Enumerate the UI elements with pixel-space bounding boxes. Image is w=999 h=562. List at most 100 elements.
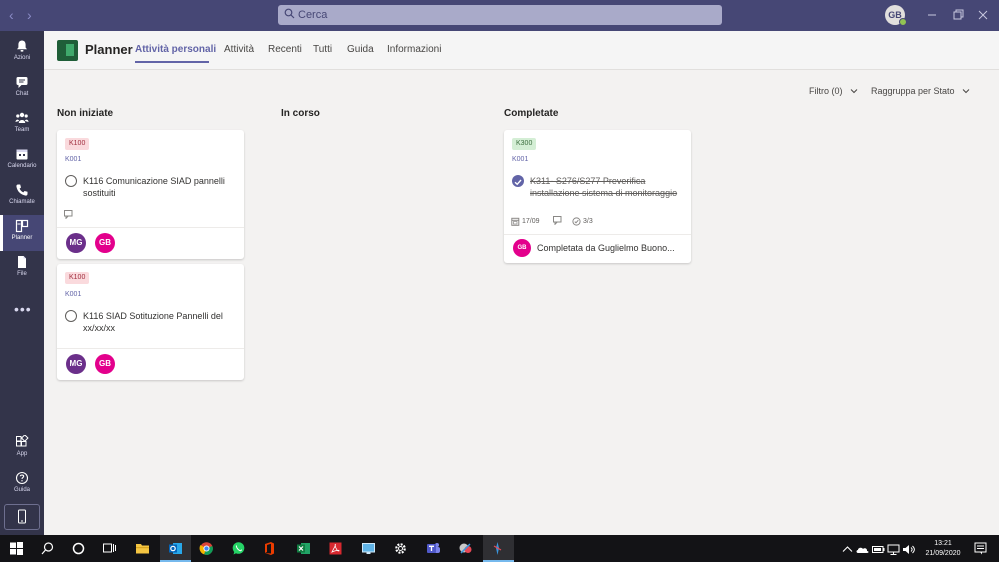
task-title: K116 Comunicazione SIAD pannelli sostitu…	[83, 176, 225, 198]
mobile-device-button[interactable]	[4, 504, 40, 530]
due-date: 17/09	[522, 218, 540, 225]
windows-start-icon[interactable]	[9, 541, 24, 556]
description-icon	[64, 210, 73, 219]
card-divider	[504, 234, 691, 235]
avatar[interactable]: MG	[66, 354, 86, 374]
teams-icon[interactable]	[426, 541, 441, 556]
file-icon	[18, 256, 26, 268]
completed-by-text: Completata da Guglielmo Buono...	[537, 243, 675, 253]
task-card[interactable]: K100 K001 K116 Comunicazione SIAD pannel…	[57, 130, 244, 259]
rail-item-team[interactable]: Team	[0, 107, 44, 143]
task-view-icon[interactable]	[102, 541, 117, 556]
chat-icon	[16, 77, 28, 88]
task-label: K100	[65, 138, 90, 150]
snipping-tool-icon[interactable]	[458, 541, 473, 556]
tab-tutti[interactable]: Tutti	[313, 44, 332, 55]
avatar[interactable]: GB	[95, 354, 115, 374]
tab-informazioni[interactable]: Informazioni	[387, 44, 441, 55]
search-icon[interactable]	[40, 541, 55, 556]
more-apps-icon[interactable]: •••	[14, 301, 32, 317]
remote-desktop-icon[interactable]	[361, 541, 376, 556]
complete-task-checkbox[interactable]	[65, 310, 77, 322]
close-icon[interactable]	[976, 8, 990, 22]
task-title: K116 SIAD Sotituzione Pannelli del xx/xx…	[83, 311, 223, 333]
avatar[interactable]: GB	[513, 239, 531, 257]
network-icon[interactable]	[886, 542, 901, 557]
rail-label: Team	[14, 127, 30, 133]
rail-label: Planner	[11, 235, 33, 241]
tab-guida[interactable]: Guida	[347, 44, 374, 55]
forward-arrow-icon[interactable]: ›	[27, 8, 32, 22]
group-by-button[interactable]: Raggruppa per Stato	[871, 86, 970, 96]
title-bar: ‹ › GB	[0, 0, 999, 31]
rail-item-chiamate[interactable]: Chiamate	[0, 179, 44, 215]
outlook-icon[interactable]	[168, 541, 183, 556]
excel-icon[interactable]	[296, 541, 311, 556]
acrobat-icon[interactable]	[328, 541, 343, 556]
avatar[interactable]: MG	[66, 233, 86, 253]
task-title: K311- S276/S277 Preverifica installazion…	[530, 176, 678, 198]
card-divider	[57, 348, 244, 349]
chevron-down-icon	[962, 89, 970, 94]
battery-icon[interactable]	[871, 542, 886, 557]
rail-item-calendario[interactable]: Calendario	[0, 143, 44, 179]
tab-recenti[interactable]: Recenti	[268, 44, 302, 55]
task-label: K300	[512, 138, 537, 150]
checkmark-icon	[514, 179, 522, 186]
rail-item-azioni[interactable]: Azioni	[0, 35, 44, 71]
description-icon	[553, 216, 562, 225]
help-icon	[15, 471, 29, 485]
calendar-icon	[511, 217, 520, 226]
checklist-icon	[572, 217, 581, 226]
search-input[interactable]	[298, 5, 708, 25]
complete-task-checkbox[interactable]	[65, 175, 77, 187]
search-box[interactable]	[278, 5, 722, 25]
app-rail: Azioni Chat Team Calendario Chiamate Pla…	[0, 31, 44, 535]
pinned-app-icon[interactable]	[490, 541, 505, 556]
settings-icon[interactable]	[393, 541, 408, 556]
rail-label: App	[16, 451, 28, 457]
file-explorer-icon[interactable]	[135, 541, 150, 556]
rail-label: Guida	[13, 487, 30, 493]
filter-button[interactable]: Filtro (0)	[809, 86, 858, 96]
whatsapp-icon[interactable]	[231, 541, 246, 556]
user-avatar[interactable]: GB	[885, 5, 907, 26]
back-arrow-icon[interactable]: ‹	[9, 8, 14, 22]
task-card[interactable]: K100 K001 K116 SIAD Sotituzione Pannelli…	[57, 264, 244, 380]
filter-label: Filtro (0)	[809, 86, 843, 96]
minimize-icon[interactable]	[925, 8, 939, 22]
search-icon	[284, 8, 295, 19]
rail-item-chat[interactable]: Chat	[0, 71, 44, 107]
clock[interactable]: 13:21 21/09/2020	[918, 539, 968, 559]
column-title-non-iniziate: Non iniziate	[57, 108, 114, 119]
rail-label: Calendario	[7, 163, 37, 169]
volume-icon[interactable]	[901, 542, 916, 557]
rail-item-app[interactable]: App	[0, 431, 44, 467]
task-card[interactable]: K300 K001 K311- S276/S277 Preverifica in…	[504, 130, 691, 263]
rail-item-planner[interactable]: Planner	[0, 215, 44, 251]
mobile-phone-icon	[18, 509, 26, 524]
tab-attivita-personali[interactable]: Attività personali	[135, 44, 216, 55]
card-divider	[57, 227, 244, 228]
rail-label: Azioni	[13, 55, 31, 61]
completed-checkmark[interactable]	[512, 175, 524, 187]
chevron-up-icon[interactable]	[840, 542, 855, 557]
active-tab-indicator	[135, 61, 209, 63]
cortana-icon[interactable]	[71, 541, 86, 556]
avatar[interactable]: GB	[95, 233, 115, 253]
rail-label: File	[17, 271, 27, 277]
tab-attivita[interactable]: Attività	[224, 44, 254, 55]
office-icon[interactable]	[262, 541, 277, 556]
team-icon	[15, 112, 29, 123]
task-bucket: K001	[65, 291, 82, 298]
chrome-icon[interactable]	[199, 541, 214, 556]
rail-item-file[interactable]: File	[0, 251, 44, 287]
bell-icon	[17, 40, 27, 52]
app-header: Planner Attività personali Attività Rece…	[44, 31, 999, 70]
onedrive-icon[interactable]	[855, 542, 870, 557]
rail-item-guida[interactable]: Guida	[0, 467, 44, 503]
restore-icon[interactable]	[951, 8, 965, 22]
notifications-icon[interactable]	[973, 541, 988, 556]
task-bucket: K001	[65, 156, 82, 163]
calendar-icon	[16, 149, 28, 160]
